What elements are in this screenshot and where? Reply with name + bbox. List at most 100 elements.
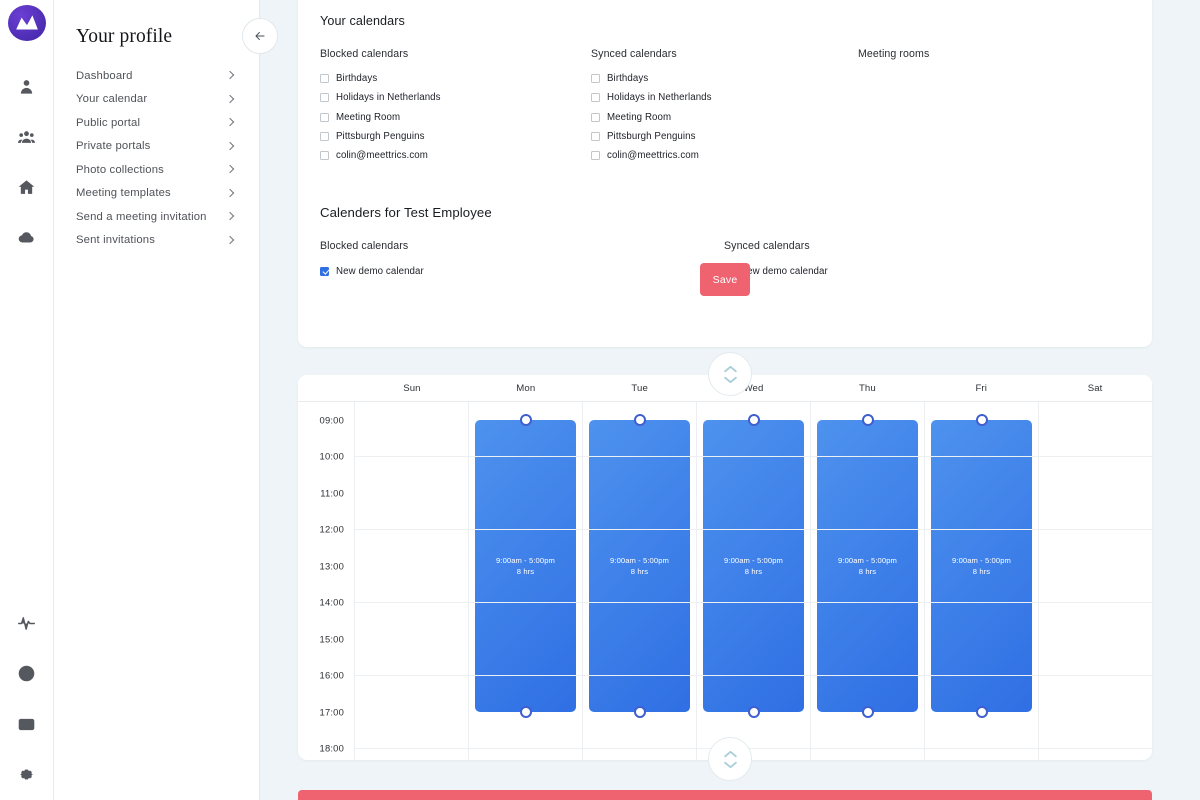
checkbox[interactable] [591, 151, 600, 161]
meeting-rooms-column: Meeting rooms [858, 48, 1078, 165]
checkbox-row[interactable]: Meeting Room [320, 108, 591, 127]
time-label: 11:00 [320, 487, 344, 499]
column-title: Synced calendars [724, 240, 810, 253]
event-resize-handle-bottom[interactable] [747, 706, 760, 718]
sidebar-item-your-calendar[interactable]: Your calendar [76, 88, 237, 112]
sidebar-item-sent-invitations[interactable]: Sent invitations [76, 229, 237, 253]
person-icon[interactable] [0, 61, 54, 111]
blocked-calendars-column: Blocked calendars Birthdays Holidays in … [320, 48, 591, 165]
grid-line [355, 675, 1152, 676]
checkbox[interactable] [320, 151, 329, 161]
sidebar-item-send-meeting-invitation[interactable]: Send a meeting invitation [76, 205, 237, 229]
column-title: Blocked calendars [320, 48, 409, 60]
checkbox[interactable] [591, 132, 600, 142]
activity-icon[interactable] [0, 598, 54, 648]
back-button[interactable] [242, 18, 278, 54]
calendars-heading: Your calendars [320, 14, 405, 28]
event-resize-handle-top[interactable] [975, 414, 988, 426]
checkbox-label: Pittsburgh Penguins [607, 131, 696, 143]
team-icon[interactable] [0, 112, 54, 162]
profile-nav-panel: Your profile Dashboard Your calendar Pub… [54, 0, 260, 800]
synced-calendars-column: Synced calendars Birthdays Holidays in N… [591, 48, 858, 165]
time-label: 17:00 [319, 706, 344, 718]
checkbox-row[interactable]: Holidays in Netherlands [320, 88, 591, 107]
time-label: 15:00 [319, 633, 344, 645]
event-resize-handle-bottom[interactable] [633, 706, 646, 718]
event-time: 9:00am - 5:00pm [952, 556, 1011, 565]
calendar-event[interactable]: 9:00am - 5:00pm 8 hrs [475, 414, 576, 718]
app-root: Your profile Dashboard Your calendar Pub… [0, 0, 1200, 800]
time-label: 12:00 [319, 523, 344, 535]
checkbox-label: colin@meettrics.com [336, 150, 428, 162]
event-resize-handle-top[interactable] [747, 414, 760, 426]
checkbox-label: Pittsburgh Penguins [336, 131, 425, 143]
sidebar-item-private-portals[interactable]: Private portals [76, 135, 237, 159]
event-time: 9:00am - 5:00pm [496, 556, 555, 565]
checkbox-row[interactable]: colin@meettrics.com [591, 146, 858, 165]
checkbox-row[interactable]: colin@meettrics.com [320, 146, 591, 165]
main-content: Your calendars Blocked calendars Birthda… [242, 0, 1200, 800]
icon-rail [0, 0, 54, 800]
checkbox-row[interactable]: Holidays in Netherlands [591, 88, 858, 107]
calendar-scroll-up-button[interactable] [708, 352, 752, 396]
event-resize-handle-bottom[interactable] [861, 706, 874, 718]
checkbox[interactable] [591, 74, 600, 84]
arrow-left-icon [255, 32, 265, 40]
cloud-icon[interactable] [0, 213, 54, 263]
time-label: 09:00 [319, 414, 344, 426]
event-resize-handle-top[interactable] [633, 414, 646, 426]
checkbox-row[interactable]: Pittsburgh Penguins [591, 127, 858, 146]
checkbox[interactable] [320, 132, 329, 142]
checkbox[interactable] [320, 93, 329, 103]
chevron-right-icon [226, 95, 235, 104]
event-resize-handle-top[interactable] [519, 414, 532, 426]
checkbox-row[interactable]: Birthdays [320, 69, 591, 88]
checkbox[interactable] [591, 93, 600, 103]
lifebuoy-icon[interactable] [0, 649, 54, 699]
calendar-event[interactable]: 9:00am - 5:00pm 8 hrs [931, 414, 1032, 718]
calendar-scroll-down-button[interactable] [708, 737, 752, 781]
calendar-event[interactable]: 9:00am - 5:00pm 8 hrs [817, 414, 918, 718]
sidebar-item-meeting-templates[interactable]: Meeting templates [76, 182, 237, 206]
event-duration: 8 hrs [972, 567, 991, 576]
sidebar-item-label: Meeting templates [76, 187, 171, 200]
sidebar-item-label: Sent invitations [76, 234, 156, 247]
checkbox-label: Holidays in Netherlands [336, 92, 441, 104]
checkbox[interactable] [591, 112, 600, 122]
event-resize-handle-top[interactable] [861, 414, 874, 426]
checkbox-row[interactable]: Birthdays [591, 69, 858, 88]
checkbox-label: colin@meettrics.com [607, 150, 699, 162]
calendar-columns: Blocked calendars Birthdays Holidays in … [320, 48, 1130, 165]
sidebar-item-label: Photo collections [76, 163, 164, 176]
checkbox-label: Birthdays [607, 73, 649, 85]
checkbox[interactable] [320, 112, 329, 122]
week-calendar-card: Sun Mon Tue Wed Thu Fri Sat 09:00 10:00 … [298, 375, 1152, 760]
checkbox-row[interactable]: Meeting Room [591, 108, 858, 127]
bottom-alert-bar[interactable] [298, 790, 1152, 800]
event-resize-handle-bottom[interactable] [519, 706, 532, 718]
credit-card-icon[interactable] [0, 699, 54, 749]
gear-icon[interactable] [0, 749, 54, 799]
time-axis: 09:00 10:00 11:00 12:00 13:00 14:00 15:0… [298, 402, 355, 760]
column-title: Blocked calendars [320, 240, 409, 253]
chevron-right-icon [226, 118, 235, 127]
calendar-body[interactable]: 09:00 10:00 11:00 12:00 13:00 14:00 15:0… [298, 402, 1152, 760]
home-icon[interactable] [0, 162, 54, 212]
calendar-event[interactable]: 9:00am - 5:00pm 8 hrs [703, 414, 804, 718]
calendars-card: Your calendars Blocked calendars Birthda… [298, 0, 1152, 347]
sidebar-item-dashboard[interactable]: Dashboard [76, 64, 237, 88]
checkbox[interactable] [320, 74, 329, 84]
checkbox-row[interactable]: Pittsburgh Penguins [320, 127, 591, 146]
save-button[interactable]: Save [700, 263, 750, 296]
meettrics-logo[interactable] [7, 5, 46, 42]
event-duration: 8 hrs [630, 567, 649, 576]
time-label: 10:00 [319, 450, 344, 462]
sidebar-item-public-portal[interactable]: Public portal [76, 111, 237, 135]
save-button-wrapper: Save [298, 263, 1152, 296]
chevron-right-icon [226, 212, 235, 221]
sidebar-item-photo-collections[interactable]: Photo collections [76, 158, 237, 182]
event-resize-handle-bottom[interactable] [975, 706, 988, 718]
calendar-event[interactable]: 9:00am - 5:00pm 8 hrs [589, 414, 690, 718]
grid-line [355, 456, 1152, 457]
sidebar-item-label: Dashboard [76, 69, 133, 82]
